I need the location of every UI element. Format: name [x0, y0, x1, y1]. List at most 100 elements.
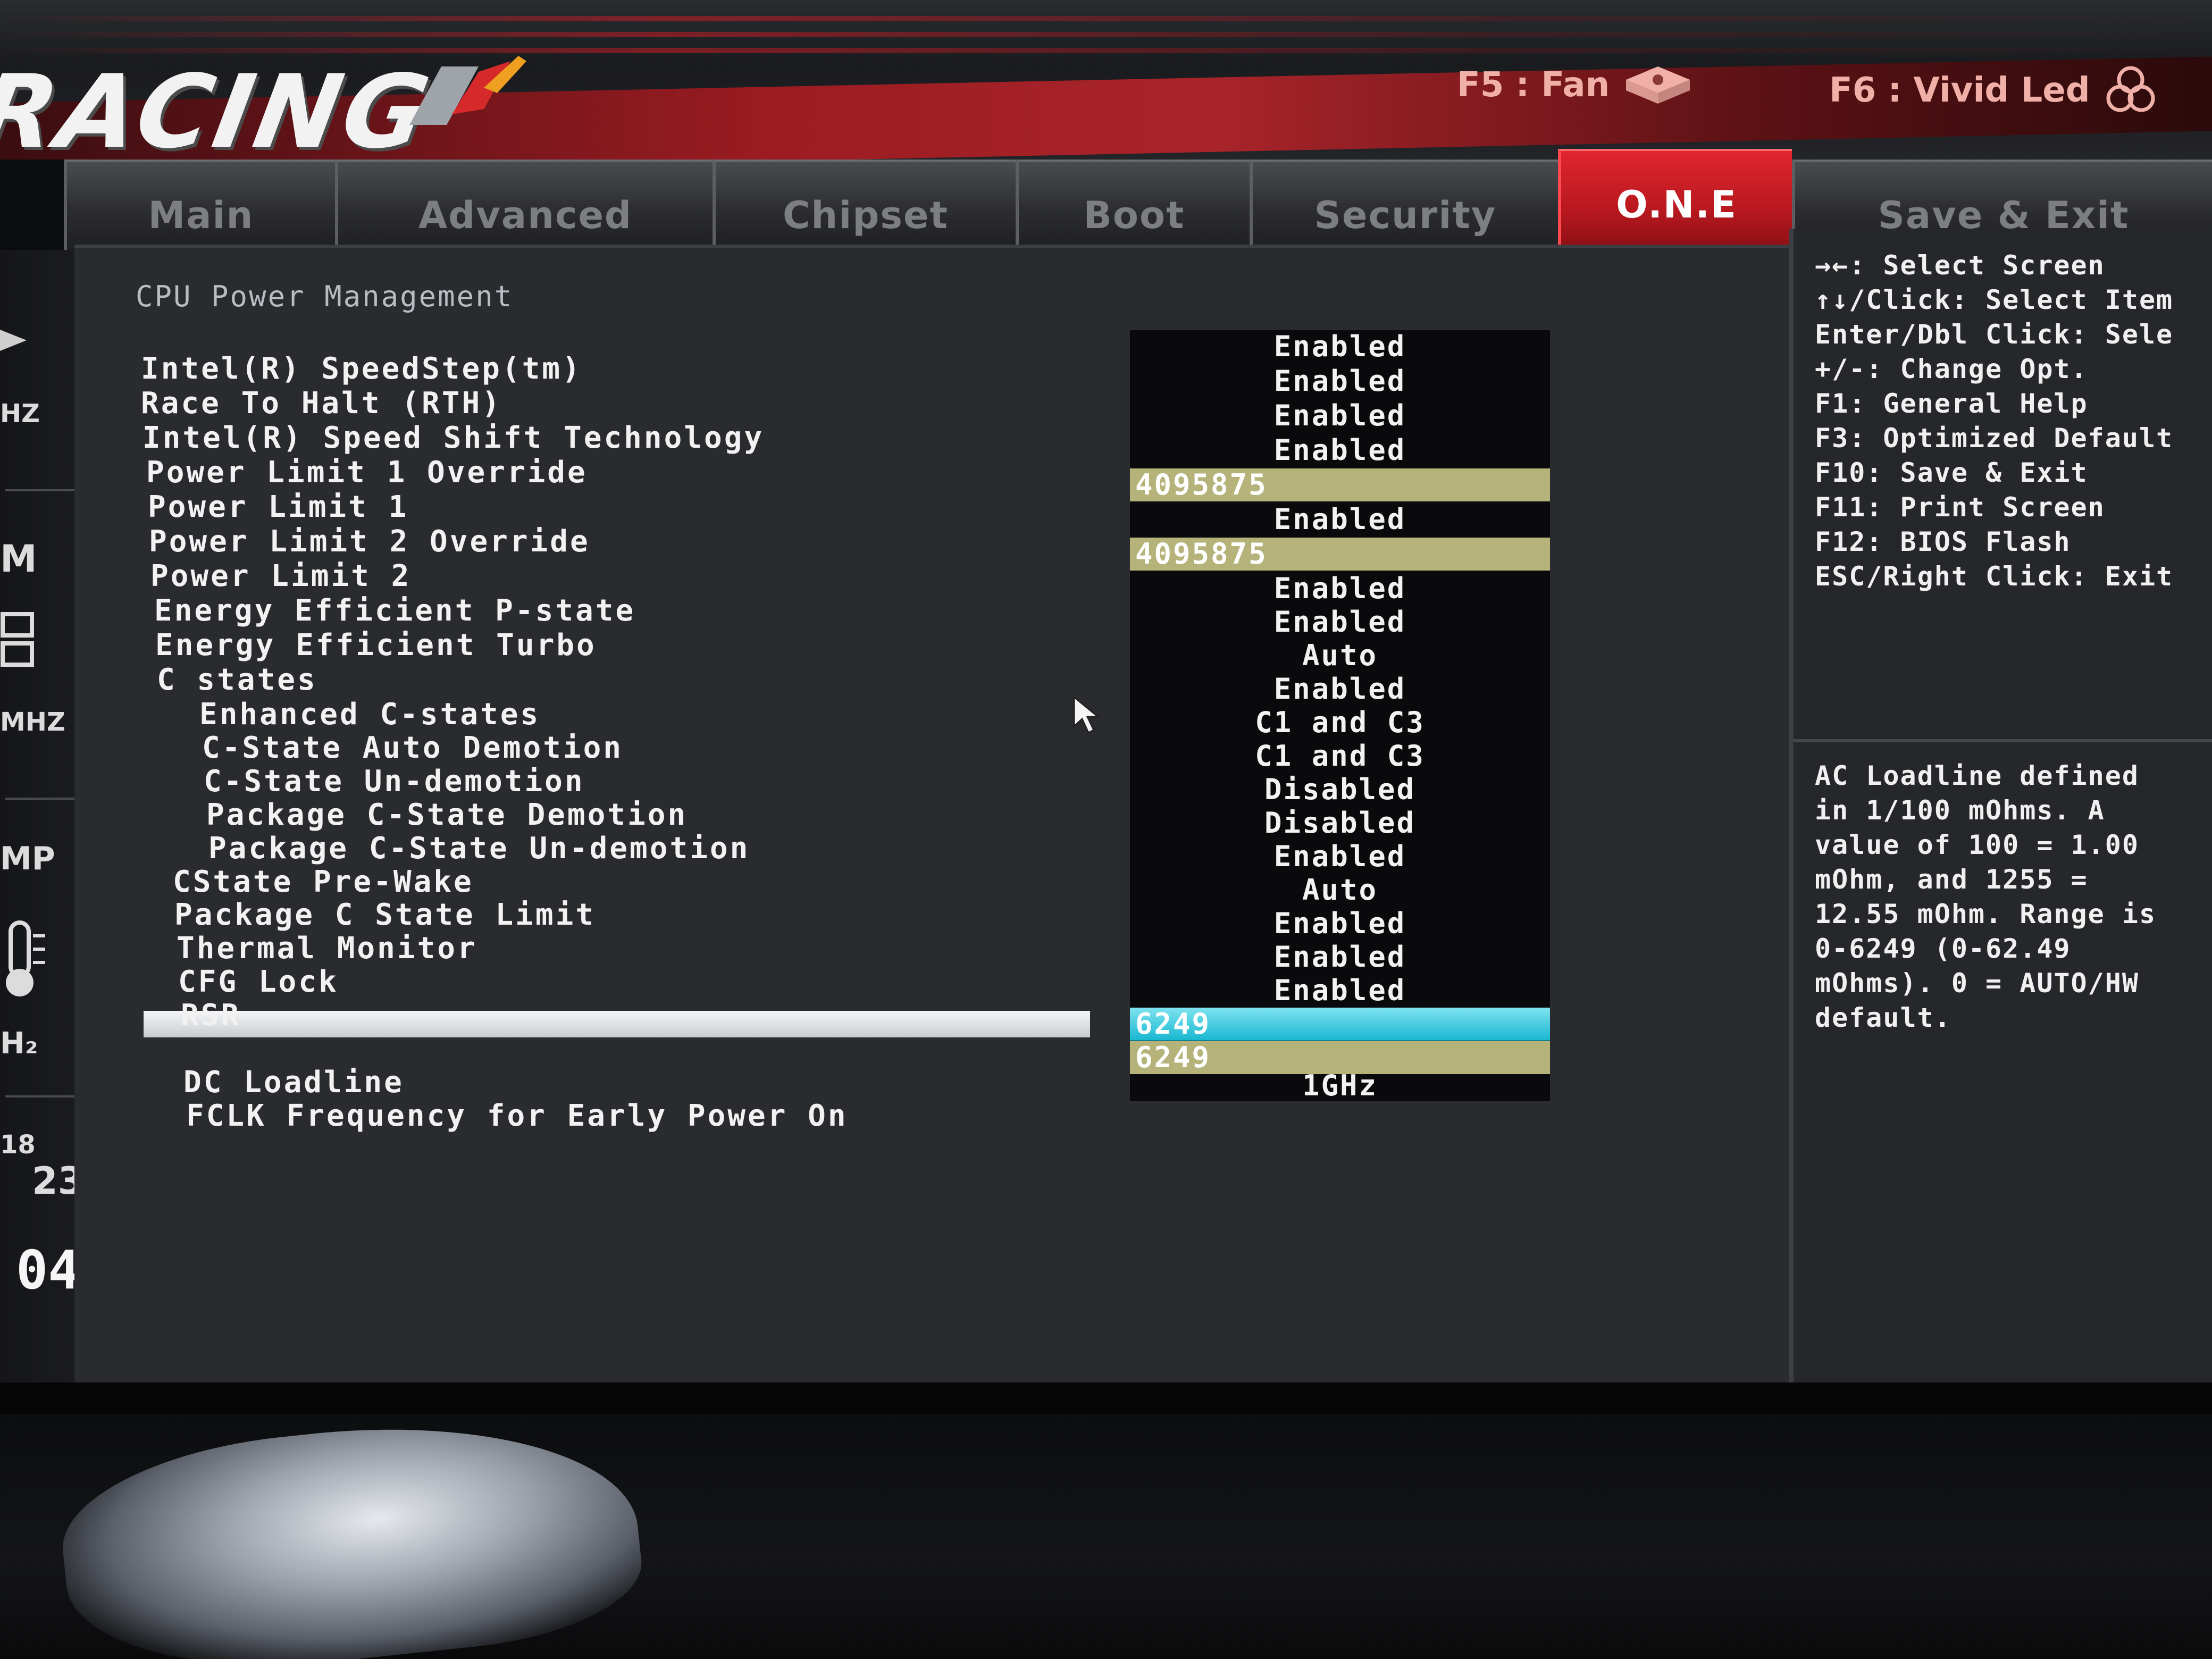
help-key-hint: F1: General Help: [1815, 388, 2088, 419]
item-description-line: in 1/100 mOhms. A: [1815, 795, 2105, 826]
setting-label[interactable]: C-State Un-demotion: [204, 764, 585, 799]
tab-one[interactable]: O.N.E: [1558, 149, 1792, 250]
tab-label: Main: [148, 194, 254, 237]
setting-label[interactable]: Thermal Monitor: [177, 931, 477, 966]
setting-label[interactable]: Energy Efficient Turbo: [155, 628, 597, 663]
setting-value[interactable]: Enabled: [1130, 330, 1550, 363]
tab-label: Advanced: [418, 194, 633, 237]
setting-label[interactable]: Package C-State Demotion: [206, 798, 688, 832]
tab-label: Security: [1314, 194, 1497, 237]
led-icon: [2106, 66, 2155, 112]
help-panel: →←: Select Screen ↑↓/Click: Select Item …: [1789, 229, 2212, 1393]
help-key-hint: F12: BIOS Flash: [1815, 526, 2071, 557]
item-description-line: 0-6249 (0-62.49: [1815, 933, 2071, 964]
setting-label[interactable]: Intel(R) Speed Shift Technology: [143, 421, 764, 455]
power-limit-1-field[interactable]: 4095875: [1130, 468, 1550, 501]
section-title: CPU Power Management: [136, 280, 514, 313]
sidebar-temp-label: MP: [0, 840, 55, 877]
setting-label[interactable]: Intel(R) SpeedStep(tm): [141, 351, 582, 386]
setting-label[interactable]: Energy Efficient P-state: [154, 593, 635, 628]
setting-value[interactable]: Enabled: [1130, 399, 1550, 432]
setting-label[interactable]: Power Limit 1: [148, 490, 408, 524]
vivid-led-hotkey-label: F6 : Vivid Led: [1829, 71, 2090, 110]
setting-value[interactable]: Enabled: [1130, 673, 1550, 706]
setting-value[interactable]: Enabled: [1130, 941, 1550, 974]
help-key-hint: →←: Select Screen: [1815, 250, 2105, 281]
help-key-hint: +/-: Change Opt.: [1815, 354, 2088, 384]
vivid-led-hotkey[interactable]: F6 : Vivid Led: [1829, 64, 2157, 117]
setting-label[interactable]: Power Limit 2: [150, 559, 411, 593]
bios-header: RACING F5 : Fan F6 : Vivid Led: [0, 0, 2212, 160]
setting-label[interactable]: Package C-State Un-demotion: [208, 831, 750, 866]
item-description-line: default.: [1815, 1002, 1951, 1033]
header-stripe: [0, 16, 2212, 21]
header-stripe: [0, 48, 2212, 53]
setting-value[interactable]: Enabled: [1130, 606, 1550, 639]
tab-security[interactable]: Security: [1250, 160, 1558, 250]
setting-label[interactable]: RSR: [181, 998, 241, 1033]
sidebar-memory-freq-unit: MHZ: [0, 707, 65, 737]
item-description-line: AC Loadline defined: [1815, 760, 2139, 791]
selected-row-highlight[interactable]: [144, 1011, 1090, 1037]
setting-value[interactable]: 1GHz: [1130, 1069, 1550, 1102]
setting-value[interactable]: C1 and C3: [1130, 706, 1550, 739]
setting-value[interactable]: Enabled: [1130, 840, 1550, 873]
setting-label[interactable]: CState Pre-Wake: [173, 865, 474, 899]
setting-label[interactable]: CFG Lock: [178, 965, 339, 999]
mouse-cursor-icon: [1073, 695, 1101, 734]
settings-panel: CPU Power Management Intel(R) SpeedStep(…: [74, 245, 1797, 1393]
item-description-line: 12.55 mOhm. Range is: [1815, 899, 2157, 929]
setting-label[interactable]: DC Loadline: [183, 1065, 404, 1100]
item-description-line: mOhm, and 1255 =: [1815, 864, 2088, 895]
sidebar-clock: 04: [16, 1239, 80, 1301]
setting-label[interactable]: C-State Auto Demotion: [202, 731, 623, 765]
help-key-hint: Enter/Dbl Click: Sele: [1815, 319, 2174, 350]
help-key-hint: F3: Optimized Default: [1815, 423, 2174, 454]
setting-label[interactable]: FCLK Frequency for Early Power On: [186, 1099, 848, 1133]
sidebar-date-year: 18: [0, 1130, 36, 1160]
tab-chipset[interactable]: Chipset: [713, 160, 1016, 250]
thermometer-icon: [6, 920, 45, 996]
fan-icon: [1626, 66, 1690, 104]
header-stripe: [0, 32, 2212, 37]
setting-value[interactable]: Enabled: [1130, 365, 1550, 398]
setting-value[interactable]: Enabled: [1130, 434, 1550, 467]
help-key-hint: F11: Print Screen: [1815, 492, 2105, 523]
setting-label[interactable]: Power Limit 2 Override: [149, 524, 590, 559]
tab-label: O.N.E: [1616, 183, 1737, 227]
setting-label[interactable]: Power Limit 1 Override: [146, 455, 588, 490]
setting-value[interactable]: Enabled: [1130, 572, 1550, 605]
setting-value[interactable]: Enabled: [1130, 974, 1550, 1007]
setting-label[interactable]: Enhanced C-states: [199, 697, 540, 732]
sidebar-cpu-freq-unit: HZ: [0, 399, 40, 429]
setting-value[interactable]: Disabled: [1130, 773, 1550, 806]
setting-value[interactable]: Enabled: [1130, 907, 1550, 940]
item-description-line: value of 100 = 1.00: [1815, 830, 2139, 860]
brand-logo: RACING: [0, 53, 441, 160]
help-key-hint: ESC/Right Click: Exit: [1815, 561, 2174, 592]
cpu-icon: [0, 330, 27, 351]
help-divider: [1794, 739, 2212, 742]
setting-value[interactable]: Auto: [1130, 874, 1550, 907]
setting-label[interactable]: Package C State Limit: [174, 898, 596, 932]
tab-label: Boot: [1083, 194, 1185, 237]
sidebar-memory-label: M: [0, 537, 37, 581]
setting-value[interactable]: Enabled: [1130, 503, 1550, 536]
value-column: Enabled Enabled Enabled Enabled 4095875 …: [1130, 330, 1550, 1102]
setting-value[interactable]: Disabled: [1130, 807, 1550, 840]
fan-hotkey[interactable]: F5 : Fan: [1457, 64, 1692, 106]
setting-label[interactable]: Race To Halt (RTH): [141, 386, 502, 421]
ac-loadline-field[interactable]: 6249: [1130, 1008, 1550, 1041]
fan-hotkey-label: F5 : Fan: [1457, 65, 1610, 105]
power-limit-2-field[interactable]: 4095875: [1130, 538, 1550, 571]
setting-label[interactable]: C states: [157, 663, 317, 697]
tab-advanced[interactable]: Advanced: [335, 160, 713, 250]
setting-value[interactable]: Auto: [1130, 639, 1550, 672]
setting-value[interactable]: C1 and C3: [1130, 740, 1550, 773]
memory-icon: [1, 612, 34, 667]
help-key-hint: F10: Save & Exit: [1815, 457, 2088, 488]
item-description-line: mOhms). 0 = AUTO/HW: [1815, 968, 2139, 999]
logo-mark-icon: [409, 56, 526, 125]
tab-main[interactable]: Main: [64, 160, 335, 250]
tab-boot[interactable]: Boot: [1016, 160, 1250, 250]
